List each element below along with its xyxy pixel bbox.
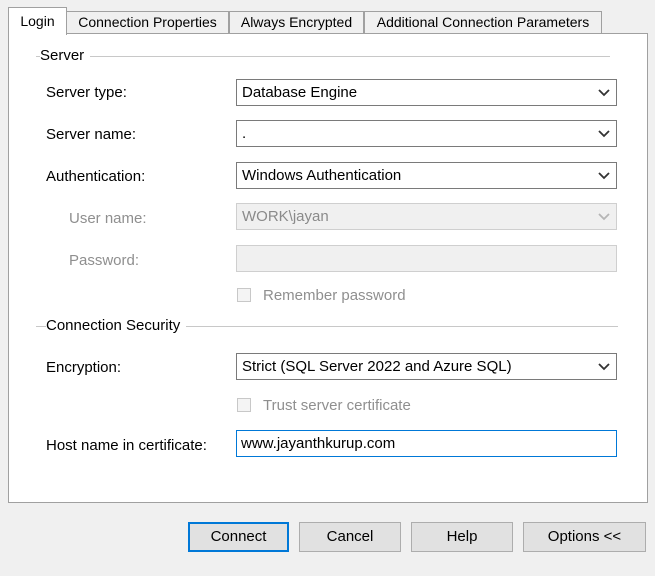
- chevron-down-icon: [598, 172, 610, 180]
- server-group-title: Server: [40, 47, 91, 64]
- password-label: Password:: [69, 252, 140, 269]
- host-name-label: Host name in certificate:: [46, 437, 207, 454]
- server-type-combo[interactable]: Database Engine: [236, 79, 617, 106]
- server-name-value: .: [242, 125, 247, 142]
- server-name-combo[interactable]: .: [236, 120, 617, 147]
- authentication-value: Windows Authentication: [242, 167, 402, 184]
- tab-always-encrypted[interactable]: Always Encrypted: [229, 11, 364, 33]
- encryption-value: Strict (SQL Server 2022 and Azure SQL): [242, 358, 512, 375]
- tab-label: Additional Connection Parameters: [376, 14, 590, 30]
- user-name-label: User name:: [69, 210, 147, 227]
- trust-server-certificate-checkbox: [237, 398, 251, 412]
- tab-label: Always Encrypted: [240, 14, 353, 30]
- chevron-down-icon: [598, 213, 610, 221]
- password-field: [236, 245, 617, 272]
- tab-connection-properties[interactable]: Connection Properties: [66, 11, 229, 33]
- connect-button[interactable]: Connect: [188, 522, 289, 552]
- host-name-field[interactable]: www.jayanthkurup.com: [236, 430, 617, 457]
- chevron-down-icon: [598, 363, 610, 371]
- security-group-title: Connection Security: [46, 317, 187, 334]
- user-name-value: WORK\jayan: [242, 208, 329, 225]
- tab-label: Login: [20, 13, 55, 29]
- tab-label: Connection Properties: [78, 14, 217, 30]
- host-name-value: www.jayanthkurup.com: [241, 435, 396, 452]
- encryption-label: Encryption:: [46, 359, 122, 376]
- help-button[interactable]: Help: [411, 522, 513, 552]
- remember-password-checkbox: [237, 288, 251, 302]
- server-type-value: Database Engine: [242, 84, 358, 101]
- tab-additional-connection-parameters[interactable]: Additional Connection Parameters: [364, 11, 602, 33]
- trust-server-certificate-label: Trust server certificate: [263, 397, 411, 414]
- authentication-label: Authentication:: [46, 168, 146, 185]
- encryption-combo[interactable]: Strict (SQL Server 2022 and Azure SQL): [236, 353, 617, 380]
- server-type-label: Server type:: [46, 84, 127, 101]
- chevron-down-icon: [598, 89, 610, 97]
- user-name-combo: WORK\jayan: [236, 203, 617, 230]
- options-button[interactable]: Options <<: [523, 522, 646, 552]
- tab-login[interactable]: Login: [8, 7, 67, 35]
- authentication-combo[interactable]: Windows Authentication: [236, 162, 617, 189]
- server-name-label: Server name:: [46, 126, 137, 143]
- cancel-button[interactable]: Cancel: [299, 522, 401, 552]
- remember-password-label: Remember password: [263, 287, 406, 304]
- chevron-down-icon: [598, 130, 610, 138]
- server-group-divider: [36, 56, 610, 57]
